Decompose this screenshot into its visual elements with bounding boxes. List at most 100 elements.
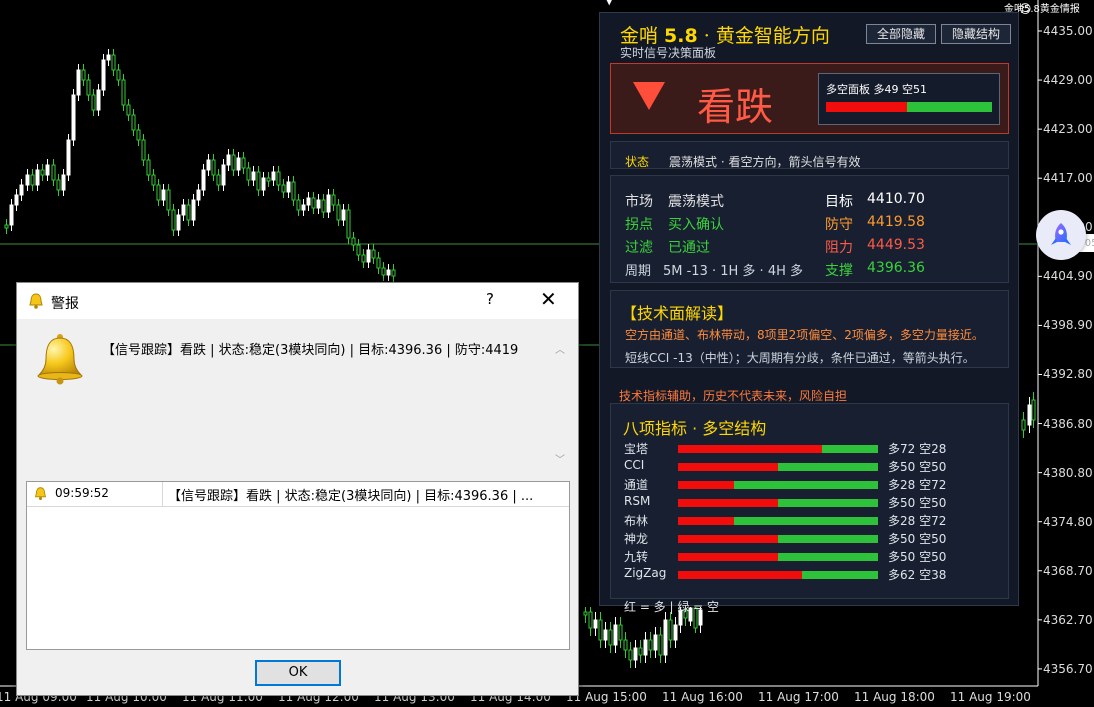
status-value: 震荡模式 · 看空方向，箭头信号有效: [669, 155, 861, 169]
candle-body: [648, 639, 653, 651]
candle-body: [668, 619, 673, 641]
candle-body: [25, 174, 30, 186]
indicator-name: 宝塔: [624, 442, 649, 456]
candle-body: [246, 167, 251, 181]
candle-body: [196, 189, 201, 201]
alert-history-list[interactable]: 09:59:52 【信号跟踪】看跌 | 状态:稳定(3模块同向) | 目标:43…: [26, 481, 570, 650]
candle-body: [141, 139, 146, 161]
alert-message-area: 【信号跟踪】看跌 | 状态:稳定(3模块同向) | 目标:4396.36 | 防…: [18, 319, 577, 469]
indicator-structure-box: 八项指标 · 多空结构 宝塔 多72 空28 CCI 多50 空50 通道 多28 空72…: [610, 403, 1010, 614]
market-value: 震荡模式: [668, 194, 724, 210]
period-label: 周期: [625, 264, 652, 279]
candle-body: [126, 104, 131, 116]
candle-body: [391, 269, 396, 277]
candle-body: [14, 194, 19, 206]
rocket-icon: [1051, 223, 1071, 245]
list-item[interactable]: 09:59:52 【信号跟踪】看跌 | 状态:稳定(3模块同向) | 目标:43…: [27, 482, 569, 507]
hide-all-button[interactable]: 全部隐藏: [866, 24, 936, 44]
long-short-ratio-label: 多空面板 多49 空51: [826, 83, 927, 96]
candle-body: [643, 639, 648, 656]
indicator-long-fill: [678, 535, 778, 543]
indicator-bar: [678, 445, 878, 453]
candle-body: [361, 254, 366, 263]
indicator-long-fill: [678, 571, 802, 579]
candle-body: [76, 69, 81, 96]
help-button[interactable]: ?: [486, 290, 494, 308]
indicator-row: 通道 多28 空72: [611, 476, 1010, 494]
indicator-name: 神龙: [624, 532, 649, 546]
indicator-row: 布林 多28 空72: [611, 512, 1010, 530]
dialog-titlebar[interactable]: 警报 ? ✕: [17, 283, 578, 319]
candle-body: [106, 54, 111, 61]
scroll-down-icon[interactable]: ﹀: [555, 451, 565, 466]
candle-body: [101, 59, 106, 91]
candle-body: [191, 199, 196, 221]
candle-body: [618, 624, 623, 641]
indicator-name: 通道: [624, 478, 649, 492]
price-tick-label: 4398.90: [1043, 318, 1093, 333]
risk-disclaimer: 技术指标辅助，历史不代表未来，风险自担: [619, 389, 848, 403]
signal-dashboard-panel: 金哨 5.8 · 黄金智能方向 实时信号决策面板 全部隐藏 隐藏结构 看跌 多空…: [599, 12, 1019, 614]
candle-body: [146, 159, 151, 176]
support-value: 4396.36: [867, 260, 925, 276]
candle-body: [673, 624, 678, 641]
target-value: 4410.70: [867, 191, 925, 207]
time-tick-label: 11 Aug 17:00: [758, 690, 839, 704]
indicator-long-fill: [678, 481, 734, 489]
candle-body: [176, 214, 181, 231]
scroll-up-icon[interactable]: ︿: [555, 341, 565, 356]
indicator-long-fill: [678, 517, 734, 525]
indicator-long-fill: [678, 445, 822, 453]
candle-body: [351, 237, 356, 246]
candle-body: [331, 194, 336, 206]
chart-shift-marker-icon[interactable]: ▼: [605, 0, 613, 7]
indicator-value: 多28 空72: [888, 478, 947, 492]
indicator-name: 布林: [624, 514, 649, 528]
ok-button[interactable]: OK: [255, 660, 341, 686]
candle-body: [121, 79, 126, 106]
smiley-icon[interactable]: ☺: [1019, 2, 1032, 16]
bell-icon: [29, 293, 43, 309]
resistance-value: 4449.53: [867, 237, 925, 253]
candle-body: [61, 174, 66, 191]
status-label: 状态: [625, 155, 650, 169]
candle-body: [116, 69, 121, 81]
hide-structure-button[interactable]: 隐藏结构: [941, 24, 1011, 44]
indicator-long-fill: [678, 499, 778, 507]
period-value: 5M -13 · 1H 多 · 4H 多: [663, 264, 804, 279]
indicator-long-fill: [678, 463, 778, 471]
price-tick-label: 4380.80: [1043, 465, 1093, 480]
indicator-bar: [678, 571, 878, 579]
price-tick-label: 4368.70: [1043, 563, 1093, 578]
candle-body: [633, 647, 638, 661]
panel-title-suffix: · 黄金智能方向: [697, 25, 830, 47]
candle-body: [311, 197, 316, 209]
price-tick-label: 4392.80: [1043, 367, 1093, 382]
candle-body: [276, 171, 281, 186]
candle-body: [161, 189, 166, 201]
indicator-name: 九转: [624, 550, 649, 564]
long-short-ratio-bar: [826, 102, 992, 112]
close-button[interactable]: ✕: [540, 287, 557, 311]
time-tick-label: 11 Aug 18:00: [854, 690, 935, 704]
indicator-value: 多50 空50: [888, 550, 947, 564]
target-label: 目标: [825, 194, 853, 210]
indicator-value: 多62 空38: [888, 568, 947, 582]
candle-body: [316, 199, 321, 209]
technical-analysis-title: 【技术面解读】: [621, 304, 734, 323]
candle-body: [638, 647, 643, 656]
panel-subtitle: 实时信号决策面板: [620, 46, 717, 60]
floating-assistant-button[interactable]: [1036, 210, 1086, 260]
price-tick-label: 4423.00: [1043, 122, 1093, 137]
indicator-name: RSM: [624, 494, 651, 508]
long-short-ratio-box: 多空面板 多49 空51: [818, 73, 1000, 125]
candle-body: [166, 189, 171, 211]
signal-text: 看跌: [697, 85, 774, 129]
candle-body: [45, 164, 50, 176]
candle-body: [381, 267, 386, 276]
candle-body: [261, 177, 266, 191]
pivot-value: 买入确认: [668, 217, 724, 233]
candle-body: [1021, 419, 1026, 431]
indicator-row: CCI 多50 空50: [611, 458, 1010, 476]
price-tick-label: 4374.80: [1043, 514, 1093, 529]
